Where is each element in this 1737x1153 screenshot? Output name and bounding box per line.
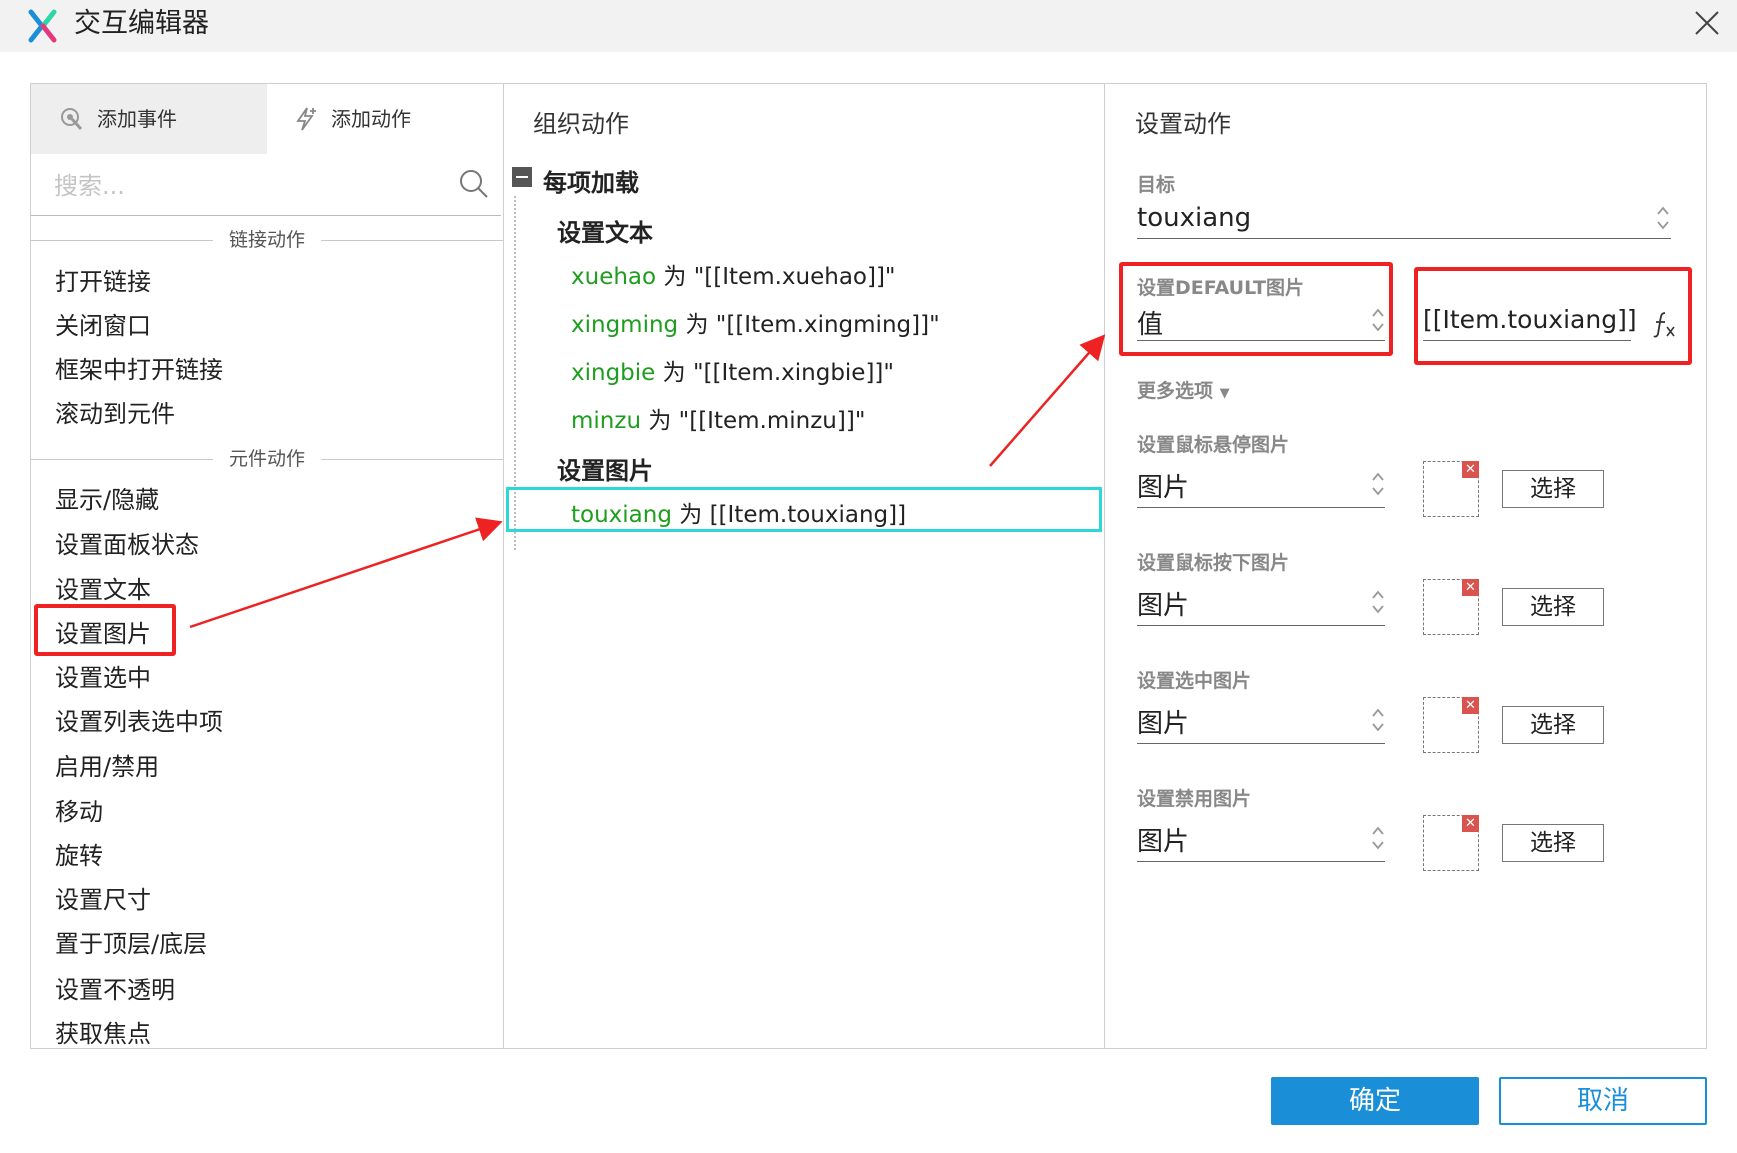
- selected-image-label: 设置选中图片: [1137, 670, 1252, 692]
- remove-icon[interactable]: ✕: [1462, 461, 1479, 478]
- selected-image-choose-button[interactable]: 选择: [1502, 706, 1604, 744]
- annotation-box-default-type: [1119, 262, 1393, 356]
- cancel-button[interactable]: 取消: [1499, 1077, 1707, 1125]
- collapse-icon[interactable]: [512, 167, 532, 187]
- action-item-show-hide[interactable]: 显示/隐藏: [55, 484, 159, 516]
- action-item-set-panel-state[interactable]: 设置面板状态: [55, 529, 199, 561]
- action-item-set-selected[interactable]: 设置选中: [55, 662, 151, 694]
- hover-image-thumbnail[interactable]: ✕: [1423, 461, 1479, 517]
- action-text: 为 [[Item.touxiang]]: [671, 502, 907, 528]
- section-link-actions: 链接动作: [31, 228, 503, 252]
- close-icon[interactable]: [1692, 8, 1722, 38]
- mousedown-image-type-select[interactable]: 图片: [1137, 585, 1189, 622]
- axure-logo-icon: [28, 9, 57, 43]
- action-row[interactable]: xuehao 为 "[[Item.xuehao]]": [571, 257, 896, 291]
- tab-add-action[interactable]: 添加动作: [267, 84, 503, 154]
- annotation-box-set-image: [34, 604, 176, 656]
- target-label: 目标: [1137, 174, 1176, 196]
- action-row[interactable]: xingming 为 "[[Item.xingming]]": [571, 305, 940, 339]
- lightning-icon: [296, 107, 316, 131]
- search-icon[interactable]: [458, 168, 490, 200]
- action-item-scroll-to-widget[interactable]: 滚动到元件: [55, 398, 175, 430]
- mousedown-image-underline: [1137, 625, 1385, 626]
- updown-icon[interactable]: [1370, 705, 1386, 735]
- mousedown-image-label: 设置鼠标按下图片: [1137, 552, 1290, 574]
- updown-icon[interactable]: [1370, 823, 1386, 853]
- action-item-move[interactable]: 移动: [55, 796, 103, 828]
- action-text: 为 "[[Item.xingming]]": [678, 312, 940, 338]
- action-item-focus[interactable]: 获取焦点: [55, 1018, 151, 1050]
- action-target: xingming: [571, 312, 679, 338]
- selected-image-underline: [1137, 743, 1385, 744]
- action-item-open-link-in-frame[interactable]: 框架中打开链接: [55, 354, 223, 386]
- selected-image-thumbnail[interactable]: ✕: [1423, 697, 1479, 753]
- organize-actions-title: 组织动作: [533, 110, 629, 138]
- action-target: xingbie: [571, 360, 656, 386]
- caret-down-icon: ▼: [1219, 386, 1230, 401]
- mousedown-image-choose-button[interactable]: 选择: [1502, 588, 1604, 626]
- action-item-set-text[interactable]: 设置文本: [55, 574, 151, 606]
- search-underline: [31, 215, 501, 216]
- updown-icon[interactable]: [1370, 469, 1386, 499]
- configure-action-title: 设置动作: [1135, 110, 1231, 138]
- action-text: 为 "[[Item.minzu]]": [641, 408, 866, 434]
- remove-icon[interactable]: ✕: [1462, 579, 1479, 596]
- tab-add-event-label: 添加事件: [97, 107, 177, 131]
- action-text: 为 "[[Item.xuehao]]": [656, 264, 896, 290]
- more-options-toggle[interactable]: 更多选项 ▼: [1137, 376, 1230, 403]
- add-event-icon: [61, 108, 83, 131]
- updown-icon[interactable]: [1655, 203, 1671, 233]
- action-item-bring-front-back[interactable]: 置于顶层/底层: [55, 928, 207, 960]
- hover-image-underline: [1137, 507, 1385, 508]
- action-item-close-window[interactable]: 关闭窗口: [55, 310, 151, 342]
- action-item-enable-disable[interactable]: 启用/禁用: [55, 751, 159, 783]
- ok-button[interactable]: 确定: [1271, 1077, 1479, 1125]
- remove-icon[interactable]: ✕: [1462, 697, 1479, 714]
- window-title: 交互编辑器: [74, 8, 209, 39]
- action-item-rotate[interactable]: 旋转: [55, 840, 103, 872]
- action-text: 为 "[[Item.xingbie]]": [655, 360, 894, 386]
- action-item-set-list-selection[interactable]: 设置列表选中项: [55, 706, 223, 738]
- action-item-set-size[interactable]: 设置尺寸: [55, 884, 151, 916]
- target-select[interactable]: touxiang: [1137, 203, 1251, 233]
- title-bar: [0, 0, 1737, 52]
- more-options-label: 更多选项: [1137, 380, 1214, 402]
- action-item-open-link[interactable]: 打开链接: [55, 266, 151, 298]
- tab-add-event[interactable]: 添加事件: [31, 84, 267, 154]
- target-underline: [1137, 238, 1671, 239]
- section-widget-actions: 元件动作: [31, 447, 503, 471]
- hover-image-type-select[interactable]: 图片: [1137, 467, 1189, 504]
- action-target: touxiang: [571, 502, 672, 528]
- mousedown-image-thumbnail[interactable]: ✕: [1423, 579, 1479, 635]
- action-item-set-opacity[interactable]: 设置不透明: [55, 974, 175, 1006]
- remove-icon[interactable]: ✕: [1462, 815, 1479, 832]
- disabled-image-thumbnail[interactable]: ✕: [1423, 815, 1479, 871]
- disabled-image-choose-button[interactable]: 选择: [1502, 824, 1604, 862]
- annotation-box-default-value: [1414, 267, 1692, 365]
- action-row[interactable]: xingbie 为 "[[Item.xingbie]]": [571, 353, 894, 387]
- search-input[interactable]: 搜索...: [54, 166, 429, 201]
- action-row[interactable]: minzu 为 "[[Item.minzu]]": [571, 401, 865, 435]
- action-target: minzu: [571, 408, 642, 434]
- action-target: xuehao: [571, 264, 657, 290]
- disabled-image-underline: [1137, 861, 1385, 862]
- disabled-image-label: 设置禁用图片: [1137, 788, 1252, 810]
- updown-icon[interactable]: [1370, 587, 1386, 617]
- disabled-image-type-select[interactable]: 图片: [1137, 821, 1189, 858]
- group-set-text[interactable]: 设置文本: [557, 213, 653, 248]
- selected-image-type-select[interactable]: 图片: [1137, 703, 1189, 740]
- hover-image-label: 设置鼠标悬停图片: [1137, 434, 1290, 456]
- group-set-image[interactable]: 设置图片: [557, 451, 653, 486]
- tab-add-action-label: 添加动作: [331, 107, 411, 131]
- hover-image-choose-button[interactable]: 选择: [1502, 470, 1604, 508]
- event-each-item-loaded[interactable]: 每项加载: [543, 163, 639, 198]
- action-row-selected[interactable]: touxiang 为 [[Item.touxiang]]: [571, 495, 906, 529]
